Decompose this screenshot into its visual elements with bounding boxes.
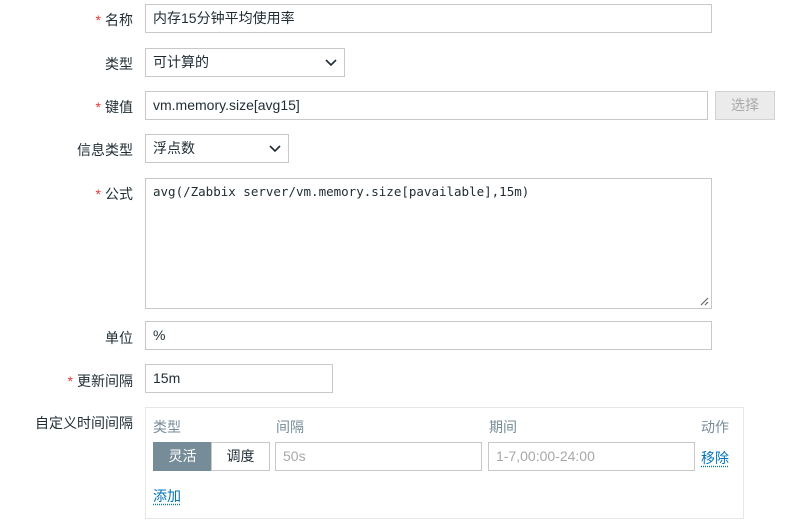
column-header-period: 期间 bbox=[489, 419, 517, 435]
units-label: 单位 bbox=[105, 330, 133, 346]
required-asterisk: * bbox=[67, 373, 73, 389]
info-type-select-value: 浮点数 bbox=[153, 140, 195, 156]
resize-handle-icon[interactable] bbox=[699, 296, 709, 306]
mode-flexible-button[interactable]: 灵活 bbox=[153, 442, 212, 471]
update-interval-label: * 更新间隔 bbox=[67, 373, 133, 389]
type-select[interactable]: 可计算的 bbox=[145, 48, 345, 77]
key-input[interactable]: vm.memory.size[avg15] bbox=[145, 91, 708, 120]
formula-text: avg(/Zabbix server/vm.memory.size[pavail… bbox=[153, 184, 530, 199]
formula-textarea[interactable]: avg(/Zabbix server/vm.memory.size[pavail… bbox=[145, 178, 712, 309]
info-type-label: 信息类型 bbox=[77, 142, 133, 158]
required-asterisk: * bbox=[95, 99, 101, 115]
units-input[interactable]: % bbox=[145, 321, 712, 350]
name-label: * 名称 bbox=[95, 12, 133, 28]
column-header-type: 类型 bbox=[153, 419, 181, 435]
type-label: 类型 bbox=[105, 56, 133, 72]
required-asterisk: * bbox=[95, 186, 101, 202]
remove-link[interactable]: 移除 bbox=[701, 448, 729, 468]
formula-label: * 公式 bbox=[95, 186, 133, 202]
add-link[interactable]: 添加 bbox=[153, 486, 181, 506]
interval-input[interactable]: 50s bbox=[275, 442, 482, 471]
select-key-button[interactable]: 选择 bbox=[715, 91, 775, 120]
mode-scheduling-button[interactable]: 调度 bbox=[211, 442, 270, 471]
key-label: * 键值 bbox=[95, 99, 133, 115]
period-input[interactable]: 1-7,00:00-24:00 bbox=[488, 442, 695, 471]
type-select-value: 可计算的 bbox=[153, 54, 209, 70]
update-interval-input[interactable]: 15m bbox=[145, 364, 333, 393]
name-input[interactable]: 内存15分钟平均使用率 bbox=[145, 4, 712, 33]
chevron-down-icon bbox=[325, 59, 337, 67]
column-header-action: 动作 bbox=[701, 419, 729, 435]
chevron-down-icon bbox=[269, 145, 281, 153]
info-type-select[interactable]: 浮点数 bbox=[145, 134, 289, 163]
required-asterisk: * bbox=[95, 12, 101, 28]
custom-intervals-label: 自定义时间间隔 bbox=[35, 415, 133, 431]
column-header-interval: 间隔 bbox=[276, 419, 304, 435]
